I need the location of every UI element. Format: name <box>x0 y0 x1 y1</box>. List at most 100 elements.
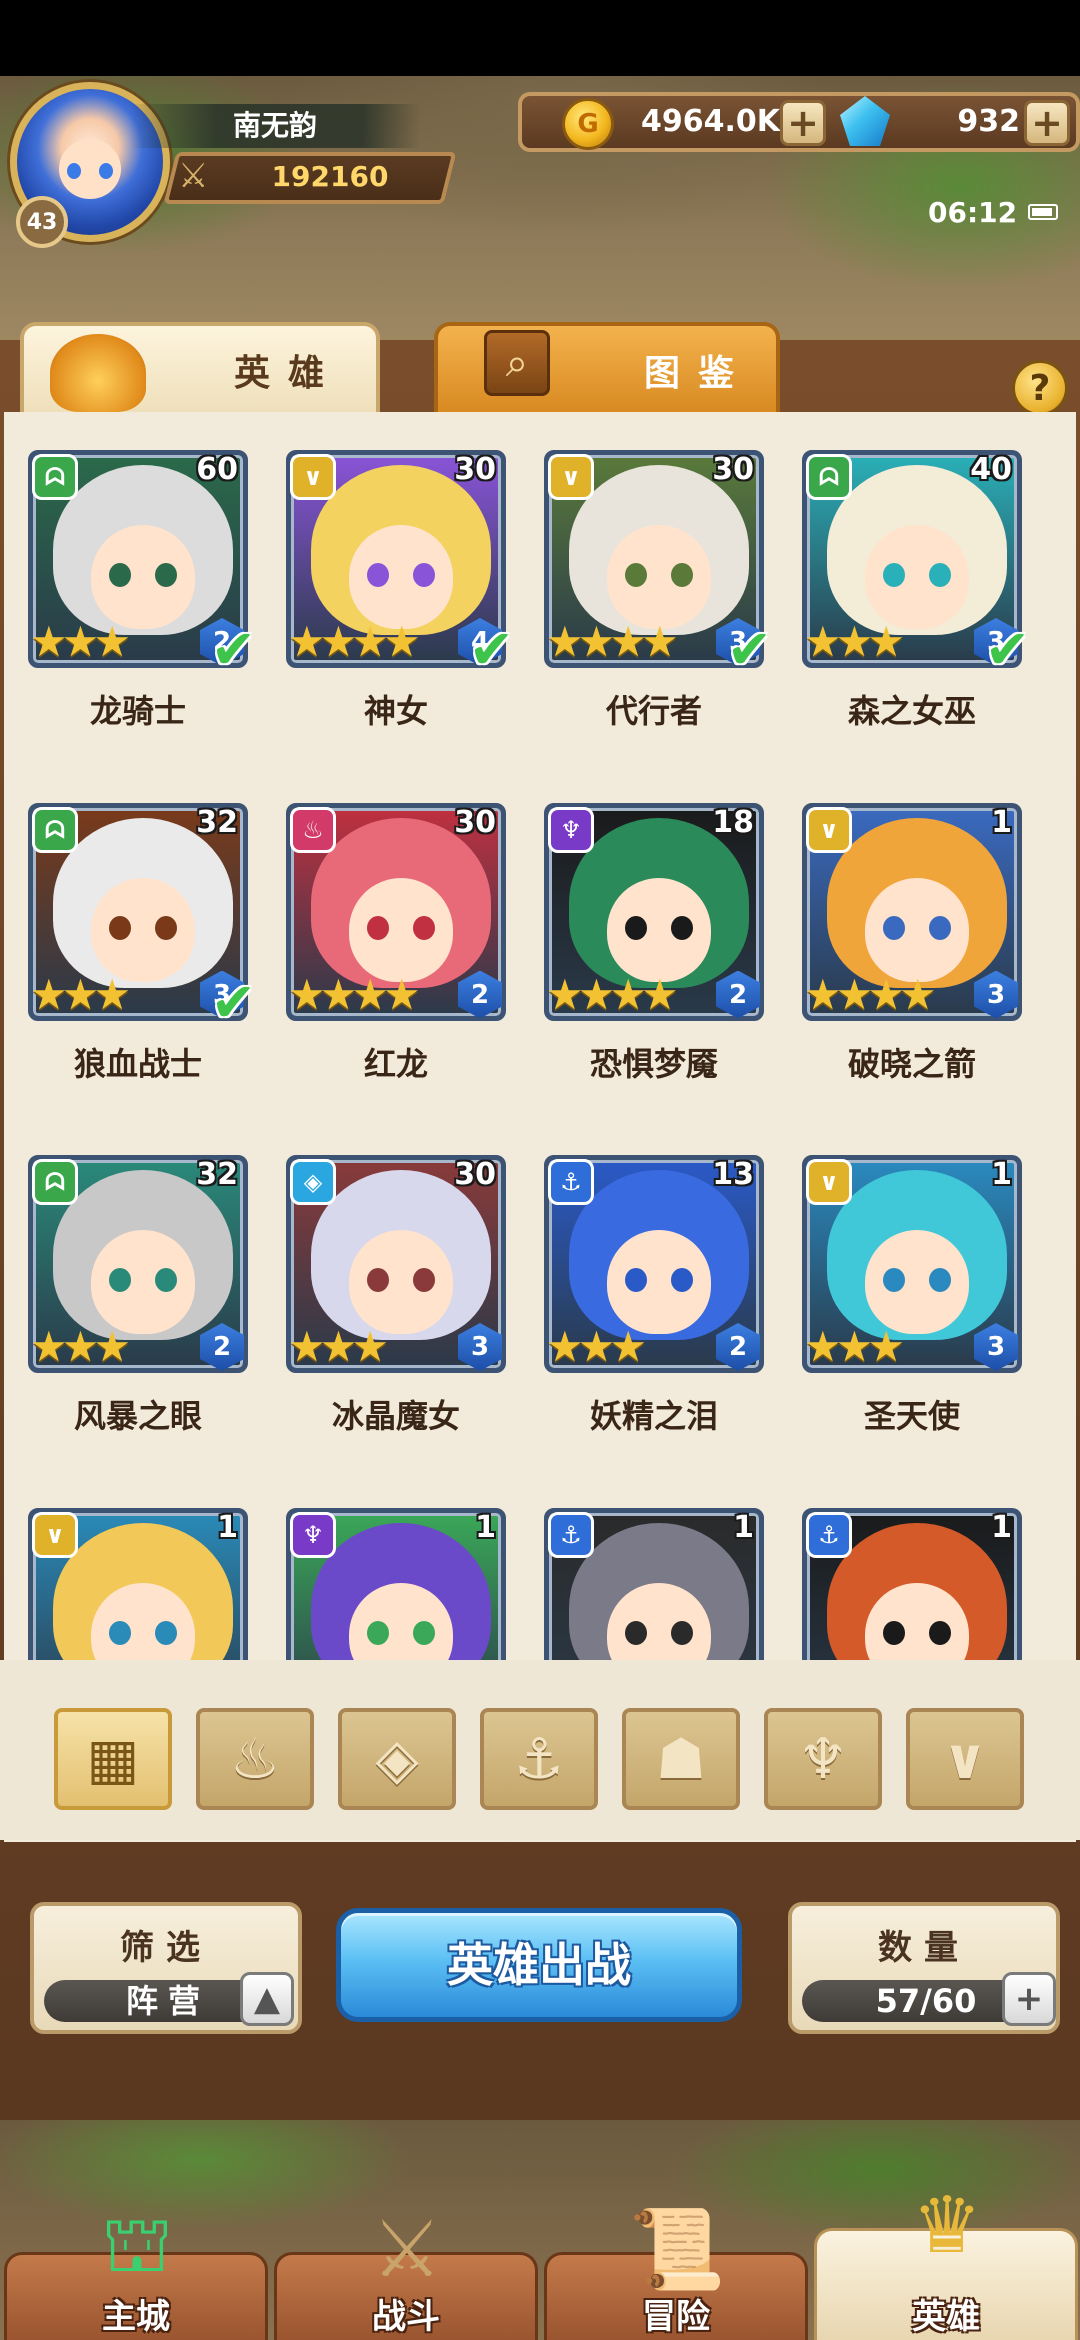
add-gold-button[interactable]: + <box>780 100 826 146</box>
filter-anchor-icon[interactable]: ⚓ <box>480 1708 598 1810</box>
hero-level: 1 <box>991 804 1012 840</box>
hero-card[interactable]: ∨ 30 ★ ★ ★ ★ 3 ✔ 代行者 <box>544 450 772 756</box>
hero-card[interactable]: ♨ 30 ★ ★ ★ ★ 2 红龙 <box>286 802 506 1109</box>
hero-eye <box>109 1268 131 1292</box>
star-icon: ★ <box>382 969 421 1019</box>
star-icon: ★ <box>898 969 937 1019</box>
hero-level: 60 <box>196 452 238 487</box>
star-icon: ★ <box>867 1322 905 1371</box>
hero-face <box>91 1230 195 1334</box>
beast-icon: ☗ <box>655 1726 707 1792</box>
filter-beast-icon[interactable]: ☗ <box>622 1708 740 1810</box>
hero-level: 40 <box>970 452 1012 487</box>
hero-eye <box>155 1620 177 1645</box>
hero-name: 代行者 <box>605 692 702 730</box>
filter-grid-icon[interactable]: ▦ <box>54 1708 172 1810</box>
hero-eye <box>671 1620 693 1645</box>
deployed-check-icon: ✔ <box>984 618 1030 681</box>
hero-card[interactable]: ◈ 30 ★ ★ ★ 3 冰晶魔女 <box>286 1155 506 1461</box>
hero-eye <box>883 1268 905 1292</box>
hero-level: 13 <box>712 1157 754 1192</box>
dark-icon: ♆ <box>797 1726 849 1792</box>
filter-control: 筛选 阵营 ▲ <box>30 1902 302 2034</box>
hero-stars: ★ ★ ★ ★ <box>288 972 421 1017</box>
hero-stars: ★ ★ ★ <box>30 620 131 664</box>
hero-face <box>865 877 969 982</box>
hero-card[interactable]: ♆ 18 ★ ★ ★ ★ 2 恐惧梦魇 <box>544 802 764 1109</box>
holy-faction-icon: ∨ <box>806 1159 852 1205</box>
beast-faction-icon: ᗣ <box>32 454 78 500</box>
count-control: 数量 57/60 + <box>788 1902 1060 2034</box>
hero-level: 1 <box>991 1509 1012 1545</box>
magnifier-icon: ⌕ <box>484 330 550 396</box>
fire-icon: ♨ <box>229 1726 281 1792</box>
star-icon: ★ <box>867 617 905 666</box>
nav-tab[interactable]: ⚔ 战斗 <box>274 2205 538 2340</box>
hero-card[interactable]: ᗣ 32 ★ ★ ★ 2 风暴之眼 <box>28 1155 248 1461</box>
battery-icon <box>1028 204 1058 220</box>
hero-stars: ★ ★ ★ ★ <box>546 620 679 664</box>
expand-capacity-button[interactable]: + <box>1002 1972 1056 2026</box>
hero-eye <box>883 1620 905 1645</box>
hero-face <box>607 525 711 629</box>
add-gems-button[interactable]: + <box>1024 100 1070 146</box>
hero-face <box>607 1230 711 1334</box>
hero-stars: ★ ★ ★ <box>30 1325 131 1369</box>
holy-faction-icon: ∨ <box>806 806 852 853</box>
hero-eye <box>367 1620 389 1645</box>
filter-toggle-button[interactable]: ▲ <box>240 1972 294 2026</box>
hero-card[interactable]: ∨ 1 ★ ★ ★ ★ 3 破晓之箭 <box>802 802 1022 1109</box>
hero-level: 1 <box>475 1509 496 1545</box>
filter-holy-icon[interactable]: ∨ <box>906 1708 1024 1810</box>
hero-card[interactable]: ᗣ 40 ★ ★ ★ 3 ✔ 森之女巫 <box>802 450 1030 756</box>
hero-eye <box>625 1268 647 1292</box>
hero-face <box>607 877 711 982</box>
deployed-check-icon: ✔ <box>726 618 772 681</box>
hero-level: 30 <box>454 452 496 487</box>
hero-eye <box>671 915 693 940</box>
hero-name: 恐惧梦魇 <box>589 1044 718 1083</box>
deploy-heroes-button[interactable]: 英雄出战 <box>336 1908 742 2022</box>
fire-faction-icon: ♨ <box>290 806 336 853</box>
hero-card[interactable]: ∨ 30 ★ ★ ★ ★ 4 ✔ 神女 <box>286 450 514 756</box>
count-title: 数量 <box>878 1928 970 1968</box>
filter-dark-icon[interactable]: ♆ <box>764 1708 882 1810</box>
hero-eye <box>413 915 435 940</box>
hero-face <box>91 525 195 629</box>
hero-level: 30 <box>712 452 754 487</box>
hero-eye <box>367 1268 389 1292</box>
hero-list-panel[interactable]: ᗣ 60 ★ ★ ★ 2 ✔ 龙骑士 ∨ 30 ★ ★ ★ ★ 4 ✔ 神女 ∨ 30 ★ ★ ★ ★ 3 ✔ 代行者 ᗣ 40 ★ ★ ★… <box>4 412 1076 1842</box>
hero-name: 风暴之眼 <box>73 1397 202 1435</box>
beast-faction-icon: ᗣ <box>806 454 852 500</box>
hero-level: 1 <box>217 1509 238 1545</box>
holy-faction-icon: ∨ <box>548 454 594 500</box>
nav-tab[interactable]: ⛫ 主城 <box>4 2200 268 2340</box>
filter-crystal-icon[interactable]: ◈ <box>338 1708 456 1810</box>
hero-stars: ★ ★ ★ ★ <box>546 972 679 1017</box>
hero-card[interactable]: ⚓ 13 ★ ★ ★ 2 妖精之泪 <box>544 1155 764 1461</box>
help-button[interactable]: ? <box>1012 360 1068 416</box>
hero-card[interactable]: ∨ 1 ★ ★ ★ 3 圣天使 <box>802 1155 1022 1461</box>
hero-card[interactable]: ᗣ 32 ★ ★ ★ 3 ✔ 狼血战士 <box>28 802 256 1109</box>
hero-level: 18 <box>712 804 754 840</box>
nav-tab[interactable]: 📜 冒险 <box>544 2205 808 2340</box>
hero-eye <box>155 563 177 587</box>
deployed-check-icon: ✔ <box>468 618 514 681</box>
hero-level: 32 <box>196 804 238 840</box>
hero-name: 破晓之箭 <box>847 1044 976 1083</box>
nav-tab[interactable]: ♛ 英雄 <box>814 2181 1078 2340</box>
hero-card[interactable]: ᗣ 60 ★ ★ ★ 2 ✔ 龙骑士 <box>28 450 256 756</box>
hero-eye <box>413 1620 435 1645</box>
helmet-icon <box>50 334 146 412</box>
hero-eye <box>625 915 647 940</box>
filter-fire-icon[interactable]: ♨ <box>196 1708 314 1810</box>
nav-label: 战斗 <box>372 2297 440 2337</box>
avatar-face <box>59 139 121 199</box>
hero-eye <box>413 563 435 587</box>
hero-eye <box>413 1268 435 1292</box>
anchor-faction-icon: ⚓ <box>548 1511 594 1558</box>
avatar-eye-right <box>99 163 113 179</box>
holy-faction-icon: ∨ <box>290 454 336 500</box>
gem-amount: 932 <box>957 104 1020 139</box>
hero-level: 1 <box>733 1509 754 1545</box>
